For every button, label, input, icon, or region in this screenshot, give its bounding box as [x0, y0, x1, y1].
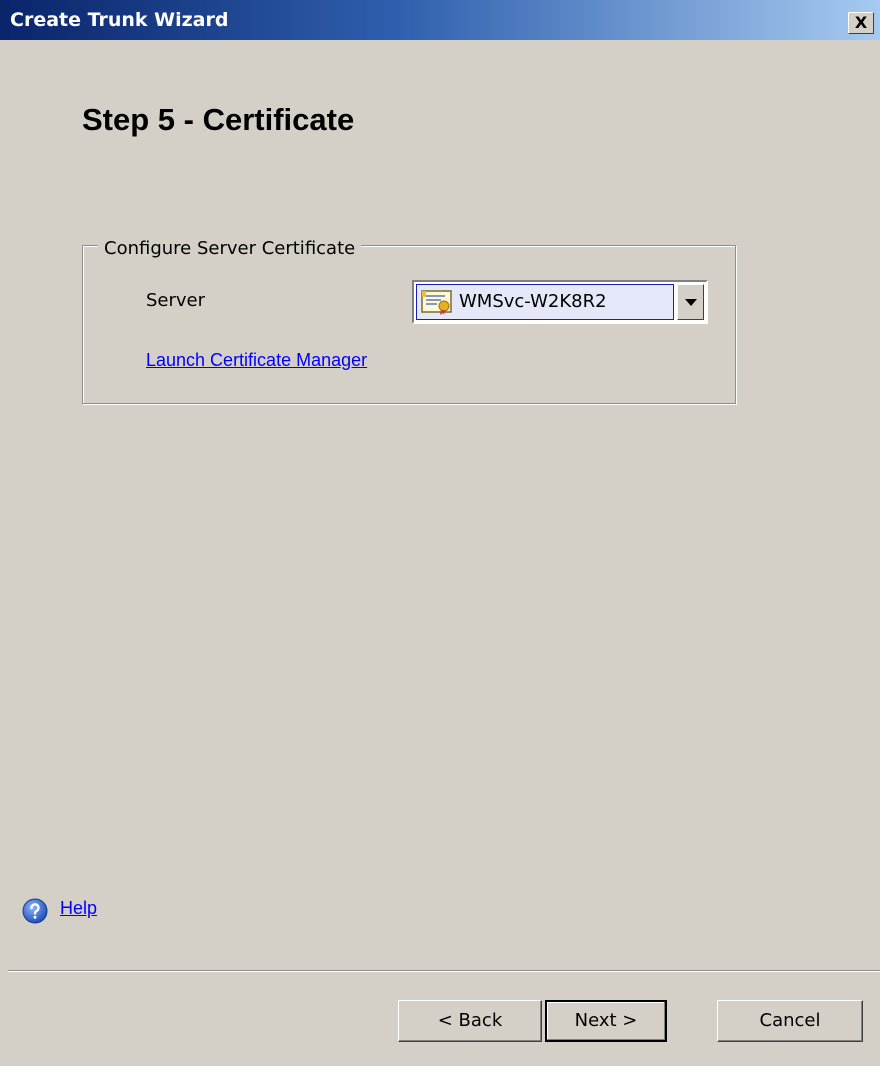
certificate-icon: [421, 290, 452, 315]
help-icon[interactable]: [22, 898, 48, 924]
create-trunk-wizard-window: Create Trunk Wizard X Step 5 - Certifica…: [0, 0, 880, 1066]
group-legend: Configure Server Certificate: [98, 238, 362, 260]
window-title: Create Trunk Wizard: [10, 9, 229, 31]
footer-separator: [8, 970, 880, 972]
server-label: Server: [146, 290, 206, 311]
close-button[interactable]: X: [848, 12, 874, 34]
launch-certificate-manager-link[interactable]: Launch Certificate Manager: [146, 350, 367, 371]
server-selected-value[interactable]: WMSvc-W2K8R2: [416, 284, 674, 320]
cancel-button[interactable]: Cancel: [717, 1000, 863, 1042]
server-certificate-dropdown[interactable]: WMSvc-W2K8R2: [412, 280, 708, 324]
configure-server-certificate-group: [82, 245, 736, 404]
title-bar[interactable]: Create Trunk Wizard X: [0, 0, 880, 40]
dropdown-arrow-button[interactable]: [677, 284, 704, 320]
back-button[interactable]: < Back: [398, 1000, 542, 1042]
step-heading: Step 5 - Certificate: [82, 102, 355, 137]
help-link[interactable]: Help: [60, 898, 97, 919]
server-selected-text: WMSvc-W2K8R2: [459, 291, 607, 312]
next-button[interactable]: Next >: [545, 1000, 667, 1042]
chevron-down-icon: [685, 299, 697, 306]
